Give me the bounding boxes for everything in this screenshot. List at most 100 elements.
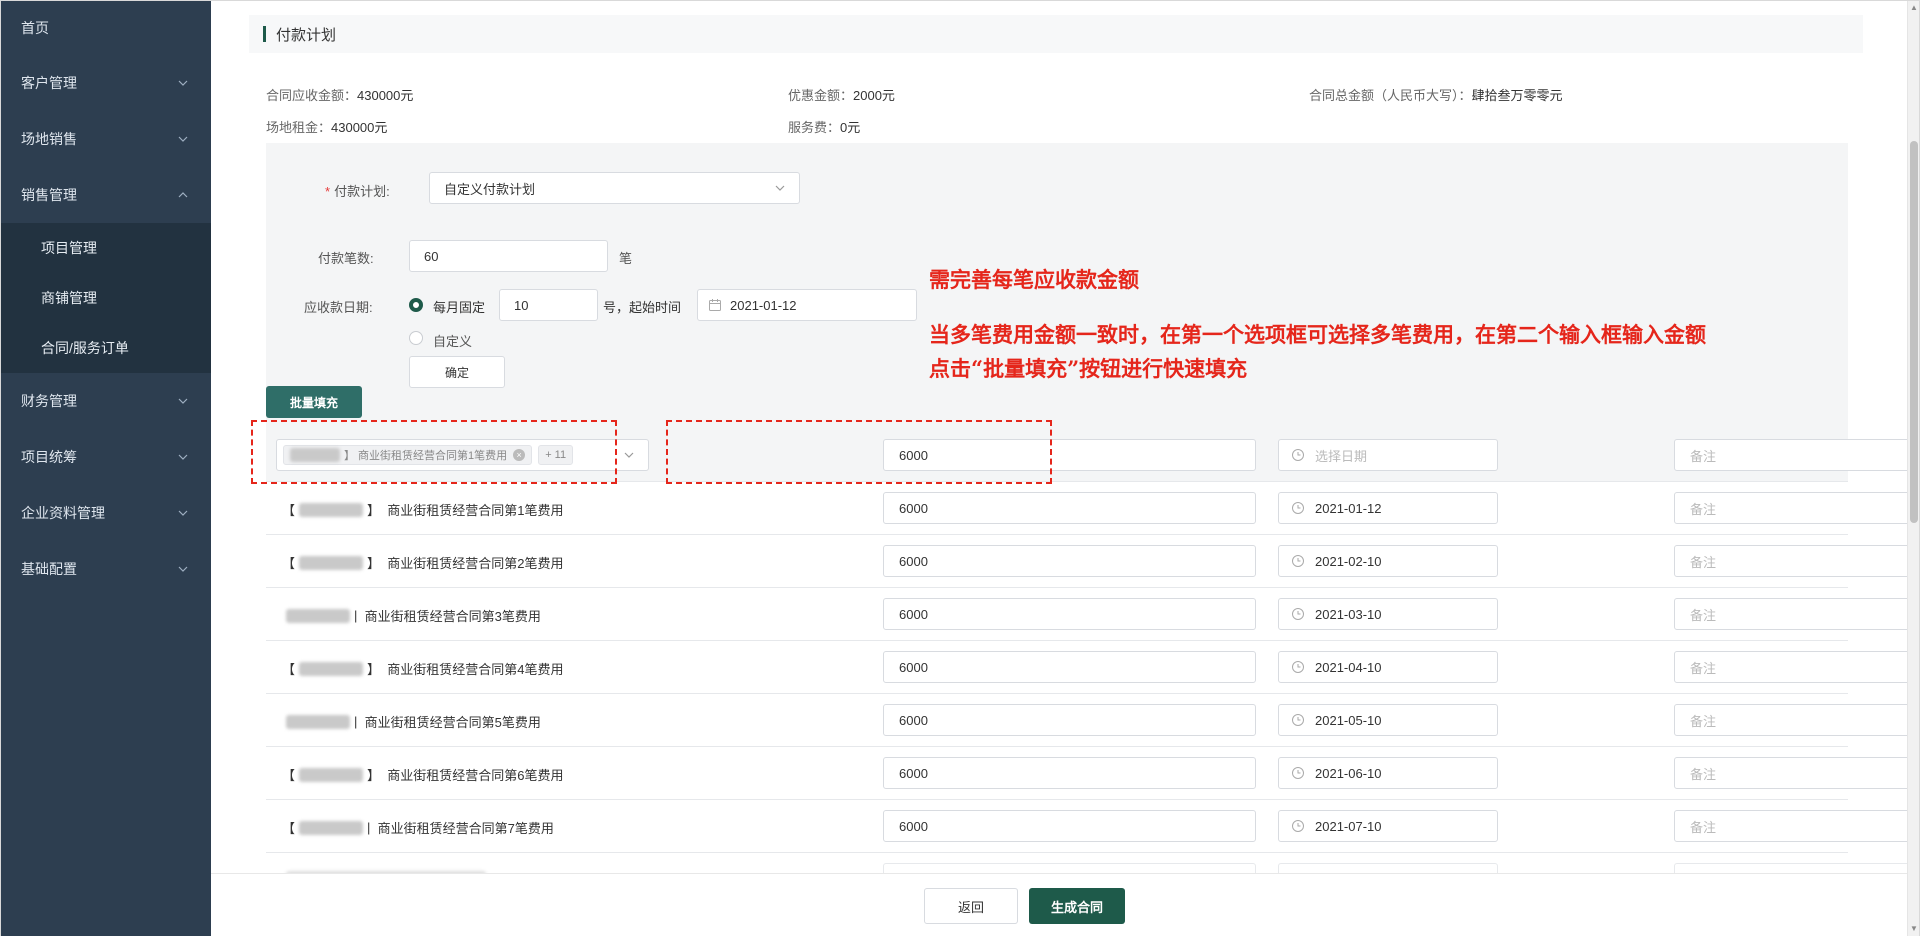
sidebar-item-finance[interactable]: 财务管理	[1, 373, 211, 429]
chevron-down-icon	[622, 448, 636, 465]
sidebar-item-label: 财务管理	[21, 393, 77, 409]
remark-input[interactable]: 备注	[1674, 651, 1907, 683]
plan-select[interactable]: 自定义付款计划	[429, 172, 800, 204]
scroll-down-icon[interactable]: ▼	[1910, 925, 1918, 933]
sidebar: 首页 客户管理 场地销售 销售管理 项目管理 商铺管理 合同/服务订单 财务管理…	[1, 1, 211, 936]
remark-input[interactable]: 备注	[1674, 757, 1907, 789]
radio-monthly-fixed[interactable]	[409, 298, 423, 312]
day-suffix: 号，起始时间	[603, 300, 682, 315]
highlight-amount-input	[666, 420, 1052, 484]
confirm-button[interactable]: 确定	[409, 356, 505, 388]
generate-contract-button[interactable]: 生成合同	[1029, 888, 1125, 924]
amount-input[interactable]: 6000	[883, 704, 1256, 736]
chevron-down-icon	[175, 75, 191, 91]
batch-date-picker[interactable]: 选择日期	[1278, 439, 1498, 471]
service-label: 服务费：	[788, 120, 841, 135]
batch-remark-input[interactable]: 备注	[1674, 439, 1907, 471]
sidebar-item-home[interactable]: 首页	[1, 1, 211, 55]
chevron-down-icon	[175, 449, 191, 465]
count-unit: 笔	[619, 251, 633, 266]
sidebar-item-customers[interactable]: 客户管理	[1, 55, 211, 111]
clock-icon	[1291, 819, 1305, 833]
remark-input[interactable]: 备注	[1674, 810, 1907, 842]
amount-input[interactable]: 6000	[883, 545, 1256, 577]
count-input[interactable]: 60	[409, 240, 608, 272]
fee-name: 【| 商业街租赁经营合同第7笔费用	[282, 820, 554, 836]
sidebar-item-project-planning[interactable]: 项目统筹	[1, 429, 211, 485]
calendar-icon	[708, 298, 722, 312]
receivable-value: 430000元	[357, 88, 414, 103]
sidebar-item-label: 合同/服务订单	[41, 340, 129, 356]
date-picker[interactable]: 2021-05-10	[1278, 704, 1498, 736]
total-amount-cn: 合同总金额（人民币大写）：肆拾叁万零零元	[1309, 85, 1563, 104]
day-input[interactable]: 10	[499, 289, 598, 321]
sidebar-item-label: 客户管理	[21, 75, 77, 91]
section-header: 付款计划	[249, 15, 1863, 53]
annotation-line-2: 当多笔费用金额一致时，在第一个选项框可选择多笔费用，在第二个输入框输入金额	[929, 322, 1706, 347]
radio-custom[interactable]	[409, 331, 423, 345]
sidebar-item-label: 场地销售	[21, 131, 77, 147]
amount-input[interactable]: 6000	[883, 492, 1256, 524]
remark-input[interactable]: 备注	[1674, 545, 1907, 577]
highlight-fee-select	[251, 420, 617, 484]
fee-name: | 商业街租赁经营合同第5笔费用	[282, 712, 541, 731]
table-row: | 商业街租赁经营合同第5笔费用 6000 2021-05-10 备注	[266, 694, 1907, 747]
sidebar-item-contracts[interactable]: 合同/服务订单	[1, 323, 211, 373]
sidebar-item-company-info[interactable]: 企业资料管理	[1, 485, 211, 541]
sales-submenu: 项目管理 商铺管理 合同/服务订单	[1, 223, 211, 373]
clock-icon	[1291, 501, 1305, 515]
chevron-up-icon	[175, 187, 191, 203]
date-picker[interactable]: 2021-02-10	[1278, 545, 1498, 577]
remark-input[interactable]: 备注	[1674, 598, 1907, 630]
remark-input[interactable]: 备注	[1674, 704, 1907, 736]
sidebar-item-venue-sales[interactable]: 场地销售	[1, 111, 211, 167]
sidebar-item-sales-management[interactable]: 销售管理	[1, 167, 211, 223]
remark-input[interactable]: 备注	[1674, 492, 1907, 524]
scrollbar-thumb[interactable]	[1910, 141, 1918, 523]
sidebar-item-label: 项目统筹	[21, 449, 77, 465]
amount-input[interactable]: 6000	[883, 757, 1256, 789]
amount-input[interactable]: 6000	[883, 651, 1256, 683]
scroll-up-icon[interactable]: ▲	[1910, 4, 1918, 12]
plan-select-value: 自定义付款计划	[444, 181, 536, 197]
table-row: 【】 商业街租赁经营合同第1笔费用 6000 2021-01-12 备注	[266, 482, 1907, 535]
date-picker[interactable]: 2021-03-10	[1278, 598, 1498, 630]
start-date-picker[interactable]: 2021-01-12	[697, 289, 917, 321]
due-date-label: 应收款日期:	[304, 300, 373, 315]
amount-input[interactable]: 6000	[883, 810, 1256, 842]
discount-amount: 优惠金额：2000元	[788, 85, 895, 104]
back-button[interactable]: 返回	[924, 888, 1018, 924]
amount-input[interactable]: 6000	[883, 598, 1256, 630]
table-row: 【】 商业街租赁经营合同第2笔费用 6000 2021-02-10 备注	[266, 535, 1907, 588]
batch-fill-button[interactable]: 批量填充	[266, 386, 362, 418]
section-accent-bar	[263, 26, 266, 42]
sidebar-item-projects[interactable]: 项目管理	[1, 223, 211, 273]
date-picker[interactable]: 2021-06-10	[1278, 757, 1498, 789]
table-row: 【】 商业街租赁经营合同第4笔费用 6000 2021-04-10 备注	[266, 641, 1907, 694]
clock-icon	[1291, 607, 1305, 621]
total-cn-value: 肆拾叁万零零元	[1471, 88, 1563, 103]
sidebar-item-shops[interactable]: 商铺管理	[1, 273, 211, 323]
discount-value: 2000元	[853, 88, 895, 103]
sidebar-item-label: 首页	[21, 20, 49, 36]
date-picker[interactable]: 2021-07-10	[1278, 810, 1498, 842]
receivable-amount: 合同应收金额：430000元	[266, 85, 413, 104]
main-content: 付款计划 合同应收金额：430000元 优惠金额：2000元 合同总金额（人民币…	[211, 1, 1907, 936]
vertical-scrollbar[interactable]: ▲ ▼	[1907, 1, 1919, 936]
date-picker[interactable]: 2021-01-12	[1278, 492, 1498, 524]
sidebar-item-basic-config[interactable]: 基础配置	[1, 541, 211, 597]
date-picker[interactable]: 2021-04-10	[1278, 651, 1498, 683]
sidebar-item-label: 商铺管理	[41, 290, 97, 306]
chevron-down-icon	[175, 561, 191, 577]
count-label: 付款笔数:	[318, 251, 374, 266]
chevron-down-icon	[175, 131, 191, 147]
discount-label: 优惠金额：	[788, 88, 854, 103]
fee-name: | 商业街租赁经营合同第3笔费用	[282, 606, 541, 625]
footer-bar: 返回 生成合同	[211, 873, 1907, 936]
annotation-line-1: 需完善每笔应收款金额	[929, 267, 1139, 292]
sidebar-item-label: 项目管理	[41, 240, 97, 256]
sidebar-item-label: 销售管理	[21, 187, 77, 203]
plan-label: * 付款计划:	[325, 184, 390, 199]
clock-icon	[1291, 448, 1305, 462]
fee-name: 【】 商业街租赁经营合同第4笔费用	[282, 661, 564, 677]
